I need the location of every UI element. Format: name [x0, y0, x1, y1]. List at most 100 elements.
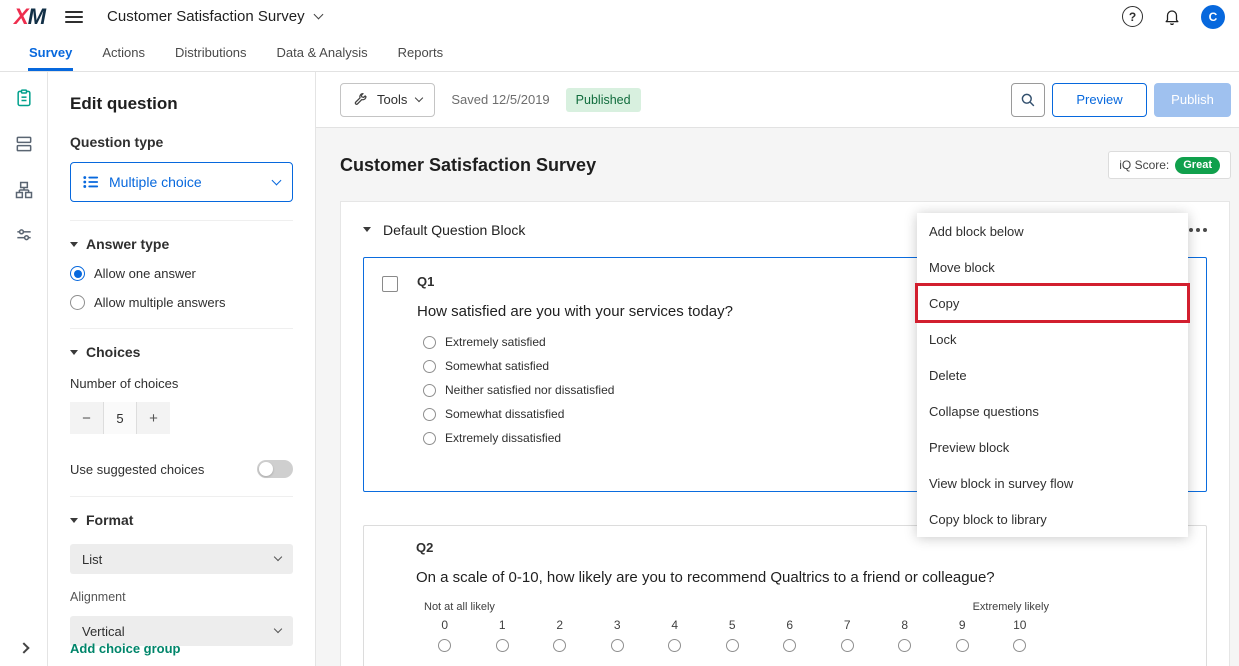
menu-item-add-block-below[interactable]: Add block below: [917, 213, 1188, 249]
radio-unselected-icon[interactable]: [668, 639, 681, 652]
radio-unselected-icon[interactable]: [726, 639, 739, 652]
tab-survey[interactable]: Survey: [14, 33, 87, 71]
answer-type-header[interactable]: Answer type: [70, 236, 293, 252]
q1-choice-label: Extremely dissatisfied: [445, 431, 561, 445]
notifications-bell-icon[interactable]: [1163, 8, 1181, 26]
avatar[interactable]: C: [1201, 5, 1225, 29]
caret-down-icon: [70, 350, 78, 355]
blocks-icon[interactable]: [14, 134, 34, 154]
tools-label: Tools: [377, 92, 407, 107]
search-icon: [1020, 92, 1036, 108]
menu-item-lock[interactable]: Lock: [917, 321, 1188, 357]
main-area: Tools Saved 12/5/2019 Published Preview …: [316, 72, 1239, 666]
radio-unselected-icon[interactable]: [956, 639, 969, 652]
answer-type-label: Answer type: [86, 236, 169, 252]
q2-id[interactable]: Q2: [416, 540, 1206, 555]
top-actions: ? C: [1122, 5, 1225, 29]
allow-multiple-answers-option[interactable]: Allow multiple answers: [70, 295, 293, 310]
radio-unselected-icon[interactable]: [1013, 639, 1026, 652]
format-section: Format List Alignment Vertical: [70, 496, 293, 646]
radio-unselected-icon[interactable]: [438, 639, 451, 652]
list-icon: [83, 175, 99, 189]
survey-title-menu[interactable]: Customer Satisfaction Survey: [107, 8, 322, 25]
radio-selected-icon: [70, 266, 85, 281]
search-button[interactable]: [1011, 83, 1045, 117]
menu-item-delete[interactable]: Delete: [917, 357, 1188, 393]
block-options-menu: Add block below Move block Copy Lock Del…: [917, 213, 1188, 537]
menu-item-view-block-in-survey-flow[interactable]: View block in survey flow: [917, 465, 1188, 501]
radio-unselected-icon[interactable]: [611, 639, 624, 652]
iq-score-value: Great: [1175, 157, 1220, 174]
suggested-choices-label: Use suggested choices: [70, 462, 204, 477]
menu-item-preview-block[interactable]: Preview block: [917, 429, 1188, 465]
block-options-icon[interactable]: [1185, 220, 1211, 240]
menu-item-copy[interactable]: Copy: [917, 285, 1188, 321]
format-value: List: [82, 552, 102, 567]
choice-count-value[interactable]: 5: [103, 402, 137, 434]
question-type-dropdown[interactable]: Multiple choice: [70, 162, 293, 202]
menu-item-move-block[interactable]: Move block: [917, 249, 1188, 285]
left-icon-rail: [0, 72, 48, 666]
increase-choices-button[interactable]: +: [137, 402, 170, 434]
q1-choice-label: Extremely satisfied: [445, 335, 546, 349]
add-choice-group-link[interactable]: Add choice group: [70, 641, 181, 656]
menu-item-copy-block-to-library[interactable]: Copy block to library: [917, 501, 1188, 537]
allow-one-answer-option[interactable]: Allow one answer: [70, 266, 293, 281]
radio-unselected-icon[interactable]: [496, 639, 509, 652]
published-badge: Published: [566, 88, 641, 112]
survey-title-text: Customer Satisfaction Survey: [107, 8, 305, 25]
radio-unselected-icon[interactable]: [898, 639, 911, 652]
scale-number: 0: [441, 618, 448, 632]
edit-question-panel: Edit question Question type Multiple cho…: [48, 72, 316, 666]
main-nav-tabs: Survey Actions Distributions Data & Anal…: [0, 33, 1239, 72]
survey-builder-icon[interactable]: [14, 88, 34, 108]
xm-logo[interactable]: XM: [14, 4, 45, 30]
format-header[interactable]: Format: [70, 512, 293, 528]
chevron-down-icon: [274, 553, 282, 561]
tools-button[interactable]: Tools: [340, 83, 435, 117]
tab-data-analysis[interactable]: Data & Analysis: [262, 33, 383, 71]
choices-label: Choices: [86, 344, 140, 360]
expand-rail-button[interactable]: [0, 644, 48, 652]
radio-unselected-icon[interactable]: [553, 639, 566, 652]
decrease-choices-button[interactable]: −: [70, 402, 103, 434]
q1-choice-label: Somewhat dissatisfied: [445, 407, 564, 421]
suggested-choices-toggle[interactable]: [257, 460, 293, 478]
logo-m: M: [28, 4, 45, 29]
scale-number: 2: [556, 618, 563, 632]
iq-score-badge[interactable]: iQ Score: Great: [1108, 151, 1231, 179]
q2-question-text[interactable]: On a scale of 0-10, how likely are you t…: [416, 569, 1206, 586]
radio-unselected-icon[interactable]: [841, 639, 854, 652]
scale-number: 7: [844, 618, 851, 632]
help-icon[interactable]: ?: [1122, 6, 1143, 27]
scale-number: 3: [614, 618, 621, 632]
format-dropdown[interactable]: List: [70, 544, 293, 574]
alignment-label: Alignment: [70, 590, 293, 604]
choices-header[interactable]: Choices: [70, 344, 293, 360]
question-card-q2[interactable]: Q2 On a scale of 0-10, how likely are yo…: [363, 525, 1207, 666]
allow-one-answer-label: Allow one answer: [94, 266, 196, 281]
q1-select-checkbox[interactable]: [382, 276, 398, 292]
publish-button[interactable]: Publish: [1154, 83, 1231, 117]
radio-unselected-icon: [423, 432, 436, 445]
tab-actions[interactable]: Actions: [87, 33, 160, 71]
number-of-choices-label: Number of choices: [70, 376, 293, 391]
survey-canvas-title: Customer Satisfaction Survey: [340, 155, 596, 176]
hamburger-menu-icon[interactable]: [65, 11, 83, 23]
top-bar: XM Customer Satisfaction Survey ? C: [0, 0, 1239, 33]
q2-scale-numbers: 0 1 2 3 4 5 6 7 8 9 10: [416, 618, 1049, 632]
collapse-block-caret-icon[interactable]: [363, 227, 371, 232]
tab-reports[interactable]: Reports: [383, 33, 459, 71]
survey-options-icon[interactable]: [14, 226, 34, 246]
suggested-choices-row: Use suggested choices: [70, 460, 293, 478]
tab-distributions[interactable]: Distributions: [160, 33, 262, 71]
choices-section: Choices Number of choices − 5 + Use sugg…: [70, 328, 293, 478]
chevron-down-icon: [415, 93, 423, 101]
radio-unselected-icon[interactable]: [783, 639, 796, 652]
menu-item-collapse-questions[interactable]: Collapse questions: [917, 393, 1188, 429]
scale-number: 9: [959, 618, 966, 632]
survey-flow-icon[interactable]: [14, 180, 34, 200]
preview-button[interactable]: Preview: [1052, 83, 1147, 117]
caret-down-icon: [70, 242, 78, 247]
radio-unselected-icon: [70, 295, 85, 310]
